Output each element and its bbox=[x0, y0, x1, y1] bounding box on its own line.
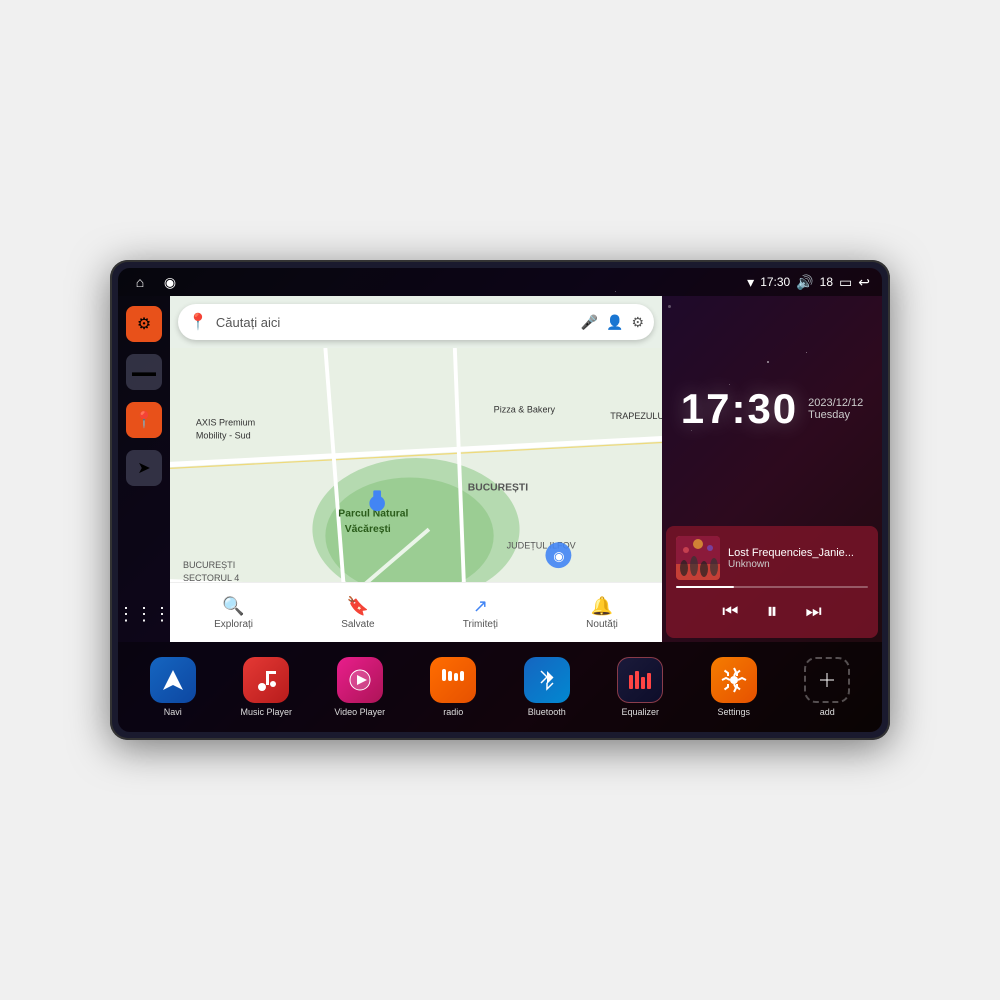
share-label: Trimiteți bbox=[463, 619, 498, 630]
svg-text:Mobility - Sud: Mobility - Sud bbox=[196, 431, 251, 441]
svg-text:SECTORUL 4: SECTORUL 4 bbox=[183, 573, 239, 582]
explore-label: Explorați bbox=[214, 619, 253, 630]
bluetooth-label: Bluetooth bbox=[528, 707, 566, 717]
status-right: ▾ 17:30 🔊 18 ▭ ↩ bbox=[747, 274, 870, 291]
svg-text:TRAPEZULUI: TRAPEZULUI bbox=[610, 411, 662, 421]
settings-icon bbox=[711, 657, 757, 703]
news-label: Noutăți bbox=[586, 619, 618, 630]
map-bottom-nav: 🔍 Explorați 🔖 Salvate ↗ Trimiteți 🔔 Nout… bbox=[170, 582, 662, 642]
music-artist: Unknown bbox=[728, 559, 868, 570]
prev-button[interactable]: ⏮ bbox=[718, 597, 742, 626]
map-search-bar[interactable]: 📍 Căutați aici 🎤 👤 ⚙ bbox=[178, 304, 654, 340]
svg-text:Văcărești: Văcărești bbox=[345, 524, 391, 535]
news-icon: 🔔 bbox=[591, 596, 613, 617]
sidebar-maps[interactable]: 📍 bbox=[126, 402, 162, 438]
app-video-player[interactable]: Video Player bbox=[330, 657, 390, 717]
navi-icon bbox=[150, 657, 196, 703]
home-button[interactable]: ⌂ bbox=[130, 272, 150, 292]
bluetooth-icon bbox=[524, 657, 570, 703]
video-player-label: Video Player bbox=[334, 707, 385, 717]
clock-date: 2023/12/12 bbox=[808, 397, 863, 409]
sidebar-files[interactable]: ▬▬ bbox=[126, 354, 162, 390]
sidebar: ⚙ ▬▬ 📍 ➤ ⋮⋮⋮ bbox=[118, 296, 170, 642]
video-player-icon bbox=[337, 657, 383, 703]
device-screen: ⌂ ◉ ▾ 17:30 🔊 18 ▭ ↩ ⚙ ▬▬ 📍 ➤ ⋮⋮⋮ bbox=[118, 268, 882, 732]
mic-icon[interactable]: 🎤 bbox=[581, 314, 598, 331]
settings-icon[interactable]: ⚙ bbox=[631, 314, 644, 331]
clock-area: 17:30 2023/12/12 Tuesday bbox=[662, 296, 882, 522]
clock-time: 17:30 bbox=[681, 385, 798, 433]
add-label: add bbox=[820, 707, 835, 717]
album-art-image bbox=[676, 536, 720, 580]
sidebar-nav[interactable]: ➤ bbox=[126, 450, 162, 486]
music-player: Lost Frequencies_Janie... Unknown ⏮ ⏸ ⏭ bbox=[666, 526, 878, 638]
wifi-icon: ▾ bbox=[747, 274, 754, 291]
sidebar-grid[interactable]: ⋮⋮⋮ bbox=[126, 596, 162, 632]
map-area: 📍 Căutați aici 🎤 👤 ⚙ bbox=[170, 296, 662, 642]
settings-label: Settings bbox=[717, 707, 750, 717]
app-radio[interactable]: radio bbox=[423, 657, 483, 717]
svg-text:◉: ◉ bbox=[553, 548, 564, 563]
right-panel: 17:30 2023/12/12 Tuesday bbox=[662, 296, 882, 642]
equalizer-icon bbox=[617, 657, 663, 703]
add-icon bbox=[804, 657, 850, 703]
status-time: 17:30 bbox=[760, 275, 790, 289]
app-navi[interactable]: Navi bbox=[143, 657, 203, 717]
music-info: Lost Frequencies_Janie... Unknown bbox=[676, 536, 868, 580]
clock-weekday: Tuesday bbox=[808, 409, 863, 421]
music-player-label: Music Player bbox=[240, 707, 292, 717]
maps-status-icon[interactable]: ◉ bbox=[160, 272, 180, 292]
explore-icon: 🔍 bbox=[222, 596, 244, 617]
music-title: Lost Frequencies_Janie... bbox=[728, 547, 868, 559]
saved-icon: 🔖 bbox=[347, 596, 369, 617]
svg-text:AXIS Premium: AXIS Premium bbox=[196, 418, 255, 428]
nav-news[interactable]: 🔔 Noutăți bbox=[586, 596, 618, 630]
search-text[interactable]: Căutați aici bbox=[216, 315, 573, 330]
status-bar: ⌂ ◉ ▾ 17:30 🔊 18 ▭ ↩ bbox=[118, 268, 882, 296]
app-equalizer[interactable]: Equalizer bbox=[610, 657, 670, 717]
battery-icon: ▭ bbox=[839, 274, 852, 291]
back-icon[interactable]: ↩ bbox=[858, 274, 870, 291]
music-text: Lost Frequencies_Janie... Unknown bbox=[728, 547, 868, 570]
clock-date-block: 2023/12/12 Tuesday bbox=[808, 397, 863, 421]
radio-label: radio bbox=[443, 707, 463, 717]
app-music-player[interactable]: Music Player bbox=[236, 657, 296, 717]
share-icon: ↗ bbox=[473, 596, 488, 617]
music-progress-bar[interactable] bbox=[676, 586, 868, 588]
saved-label: Salvate bbox=[341, 619, 374, 630]
account-icon[interactable]: 👤 bbox=[606, 314, 623, 331]
music-progress-fill bbox=[676, 586, 734, 588]
music-player-icon bbox=[243, 657, 289, 703]
google-maps-icon: 📍 bbox=[188, 312, 208, 332]
map-svg: AXIS Premium Mobility - Sud Pizza & Bake… bbox=[170, 348, 662, 582]
nav-explore[interactable]: 🔍 Explorați bbox=[214, 596, 253, 630]
main-content: ⚙ ▬▬ 📍 ➤ ⋮⋮⋮ 📍 Căutați aici 🎤 👤 ⚙ bbox=[118, 296, 882, 642]
battery-level: 18 bbox=[820, 275, 833, 289]
album-art bbox=[676, 536, 720, 580]
music-controls: ⏮ ⏸ ⏭ bbox=[676, 594, 868, 628]
svg-text:BUCUREȘTI: BUCUREȘTI bbox=[183, 560, 235, 570]
status-left: ⌂ ◉ bbox=[130, 272, 180, 292]
pause-button[interactable]: ⏸ bbox=[762, 594, 781, 628]
app-grid: Navi Music Player bbox=[118, 642, 882, 732]
navi-label: Navi bbox=[164, 707, 182, 717]
map-container[interactable]: 📍 Căutați aici 🎤 👤 ⚙ bbox=[170, 296, 662, 582]
nav-saved[interactable]: 🔖 Salvate bbox=[341, 596, 374, 630]
app-add[interactable]: add bbox=[797, 657, 857, 717]
app-bluetooth[interactable]: Bluetooth bbox=[517, 657, 577, 717]
svg-text:BUCUREȘTI: BUCUREȘTI bbox=[468, 482, 528, 493]
nav-share[interactable]: ↗ Trimiteți bbox=[463, 596, 498, 630]
radio-icon bbox=[430, 657, 476, 703]
svg-text:Pizza & Bakery: Pizza & Bakery bbox=[494, 405, 556, 415]
app-settings[interactable]: Settings bbox=[704, 657, 764, 717]
sidebar-settings[interactable]: ⚙ bbox=[126, 306, 162, 342]
volume-icon: 🔊 bbox=[796, 274, 813, 291]
equalizer-label: Equalizer bbox=[621, 707, 659, 717]
device-frame: ⌂ ◉ ▾ 17:30 🔊 18 ▭ ↩ ⚙ ▬▬ 📍 ➤ ⋮⋮⋮ bbox=[110, 260, 890, 740]
next-button[interactable]: ⏭ bbox=[802, 597, 826, 626]
